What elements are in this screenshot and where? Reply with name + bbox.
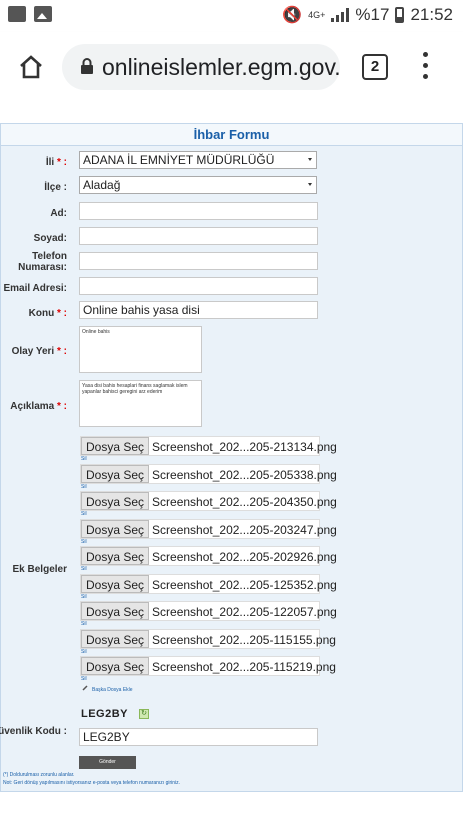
file-name: Screenshot_202...205-213134.png <box>152 440 337 454</box>
email-field[interactable] <box>79 277 318 295</box>
mute-icon: 🔇 <box>282 7 303 24</box>
choose-file-button[interactable]: Dosya Seç <box>81 519 150 538</box>
paperclip-icon <box>82 685 88 691</box>
olay-yeri-textarea[interactable]: Online bahis <box>79 326 202 373</box>
message-notification-icon <box>8 6 26 22</box>
file-input[interactable]: Dosya Seç Screenshot_202...205-125352.png <box>80 573 337 594</box>
remove-file-link[interactable]: Sil <box>81 456 87 462</box>
ek-belgeler-label: Ek Belgeler <box>12 564 67 575</box>
soyad-label: Soyad: <box>33 233 67 244</box>
tab-switcher-button[interactable]: 2 <box>362 54 388 80</box>
ad-label: Ad: <box>50 208 67 219</box>
file-name: Screenshot_202...205-203247.png <box>152 522 337 537</box>
status-bar: 🔇 4G+ %17 21:52 <box>0 0 463 32</box>
telefon-field[interactable] <box>79 252 318 270</box>
choose-file-button[interactable]: Dosya Seç <box>81 492 150 510</box>
remove-file-link[interactable]: Sil <box>81 676 87 682</box>
file-input[interactable]: Dosya Seç Screenshot_202...205-203247.png <box>80 518 337 539</box>
remove-file-link[interactable]: Sil <box>81 621 87 627</box>
file-name: Screenshot_202...205-115219.png <box>152 660 336 674</box>
choose-file-button[interactable]: Dosya Seç <box>81 574 150 593</box>
il-select[interactable]: ADANA İL EMNİYET MÜDÜRLÜĞÜ <box>79 151 317 169</box>
captcha-image: LEG2BY <box>81 708 129 720</box>
image-notification-icon <box>34 6 52 22</box>
required-note: (*) Doldurulması zorunlu alanlar. <box>3 772 75 778</box>
file-input[interactable]: Dosya Seç Screenshot_202...205-115219.png <box>80 656 336 676</box>
ilce-select[interactable]: Aladağ <box>79 176 317 194</box>
clock: 21:52 <box>410 5 453 24</box>
remove-file-link[interactable]: Sil <box>81 594 87 600</box>
file-name: Screenshot_202...205-205338.png <box>152 467 337 482</box>
lock-icon <box>81 58 93 74</box>
remove-file-link[interactable]: Sil <box>81 539 87 545</box>
choose-file-button[interactable]: Dosya Seç <box>81 602 150 620</box>
telefon-label: Telefon Numarası: <box>18 251 67 273</box>
file-input[interactable]: Dosya Seç Screenshot_202...205-204350.png <box>80 491 337 511</box>
url-text: onlineislemler.egm.gov.tr <box>102 54 340 80</box>
file-input[interactable]: Dosya Seç Screenshot_202...205-202926.png <box>80 546 337 566</box>
konu-field[interactable]: Online bahis yasa disi <box>79 301 318 319</box>
konu-label: Konu * : <box>28 308 67 319</box>
file-name: Screenshot_202...205-122057.png <box>152 605 337 619</box>
chevron-down-icon <box>308 158 312 161</box>
add-file-link[interactable]: Başka Dosya Ekle <box>92 687 133 693</box>
choose-file-button[interactable]: Dosya Seç <box>81 464 150 483</box>
page-content: İhbar Formu İli * : ADANA İL EMNİYET MÜD… <box>0 102 463 824</box>
form-title: İhbar Formu <box>1 124 462 146</box>
guvenlik-label: Güvenlik Kodu : <box>0 726 67 737</box>
file-name: Screenshot_202...205-125352.png <box>152 577 337 592</box>
contact-note: Not: Geri dönüş yapılmasını istiyorsanız… <box>3 780 181 786</box>
email-label: Email Adresi: <box>3 283 67 294</box>
remove-file-link[interactable]: Sil <box>81 566 87 572</box>
file-name: Screenshot_202...205-204350.png <box>152 495 337 509</box>
file-input[interactable]: Dosya Seç Screenshot_202...205-205338.png <box>80 463 337 484</box>
choose-file-button[interactable]: Dosya Seç <box>81 547 150 565</box>
file-name: Screenshot_202...205-115155.png <box>152 632 336 647</box>
report-form: İhbar Formu İli * : ADANA İL EMNİYET MÜD… <box>0 123 463 792</box>
network-type: 4G+ <box>308 9 326 20</box>
ad-field[interactable] <box>79 202 318 220</box>
il-label: İli * : <box>45 157 67 168</box>
choose-file-button[interactable]: Dosya Seç <box>81 629 150 648</box>
browser-toolbar: onlineislemler.egm.gov.tr 2 <box>0 32 463 102</box>
ilce-label: İlçe : <box>44 182 67 193</box>
remove-file-link[interactable]: Sil <box>81 649 87 655</box>
remove-file-link[interactable]: Sil <box>81 511 87 517</box>
address-bar[interactable]: onlineislemler.egm.gov.tr <box>62 44 340 90</box>
battery-percent: %17 <box>355 5 390 24</box>
soyad-field[interactable] <box>79 227 318 245</box>
more-menu-icon[interactable] <box>422 52 430 82</box>
olay-label: Olay Yeri * : <box>11 346 67 357</box>
battery-icon <box>395 7 405 23</box>
file-name: Screenshot_202...205-202926.png <box>152 550 337 564</box>
home-icon[interactable] <box>18 54 44 80</box>
refresh-icon[interactable]: ↻ <box>139 709 149 719</box>
remove-file-link[interactable]: Sil <box>81 484 87 490</box>
choose-file-button[interactable]: Dosya Seç <box>81 657 150 675</box>
aciklama-label: Açıklama * : <box>10 401 67 412</box>
choose-file-button[interactable]: Dosya Seç <box>81 437 150 455</box>
aciklama-textarea[interactable]: Yasa disi bahis hesaplari finans saglama… <box>79 380 202 427</box>
file-input[interactable]: Dosya Seç Screenshot_202...205-122057.png <box>80 601 337 621</box>
file-input[interactable]: Dosya Seç Screenshot_202...205-115155.png <box>80 628 336 649</box>
guvenlik-field[interactable]: LEG2BY <box>79 728 318 746</box>
file-input[interactable]: Dosya Seç Screenshot_202...205-213134.png <box>80 436 337 456</box>
submit-button[interactable]: Gönder <box>79 756 136 769</box>
signal-icon <box>331 8 350 22</box>
chevron-down-icon <box>308 183 312 186</box>
